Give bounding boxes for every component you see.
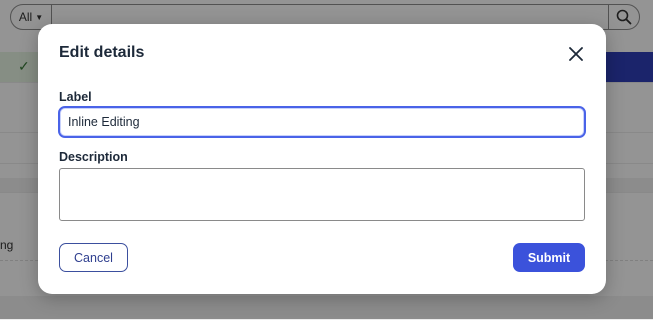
cancel-button[interactable]: Cancel bbox=[59, 243, 128, 272]
close-button[interactable] bbox=[566, 44, 586, 64]
submit-button[interactable]: Submit bbox=[513, 243, 585, 272]
dialog-title: Edit details bbox=[59, 44, 145, 61]
label-input[interactable] bbox=[58, 106, 586, 138]
description-input[interactable] bbox=[59, 168, 585, 221]
description-field-label: Description bbox=[59, 150, 128, 164]
edit-details-dialog: Edit details Label Description Cancel Su… bbox=[38, 24, 606, 294]
label-field-label: Label bbox=[59, 90, 92, 104]
close-icon bbox=[569, 47, 583, 61]
